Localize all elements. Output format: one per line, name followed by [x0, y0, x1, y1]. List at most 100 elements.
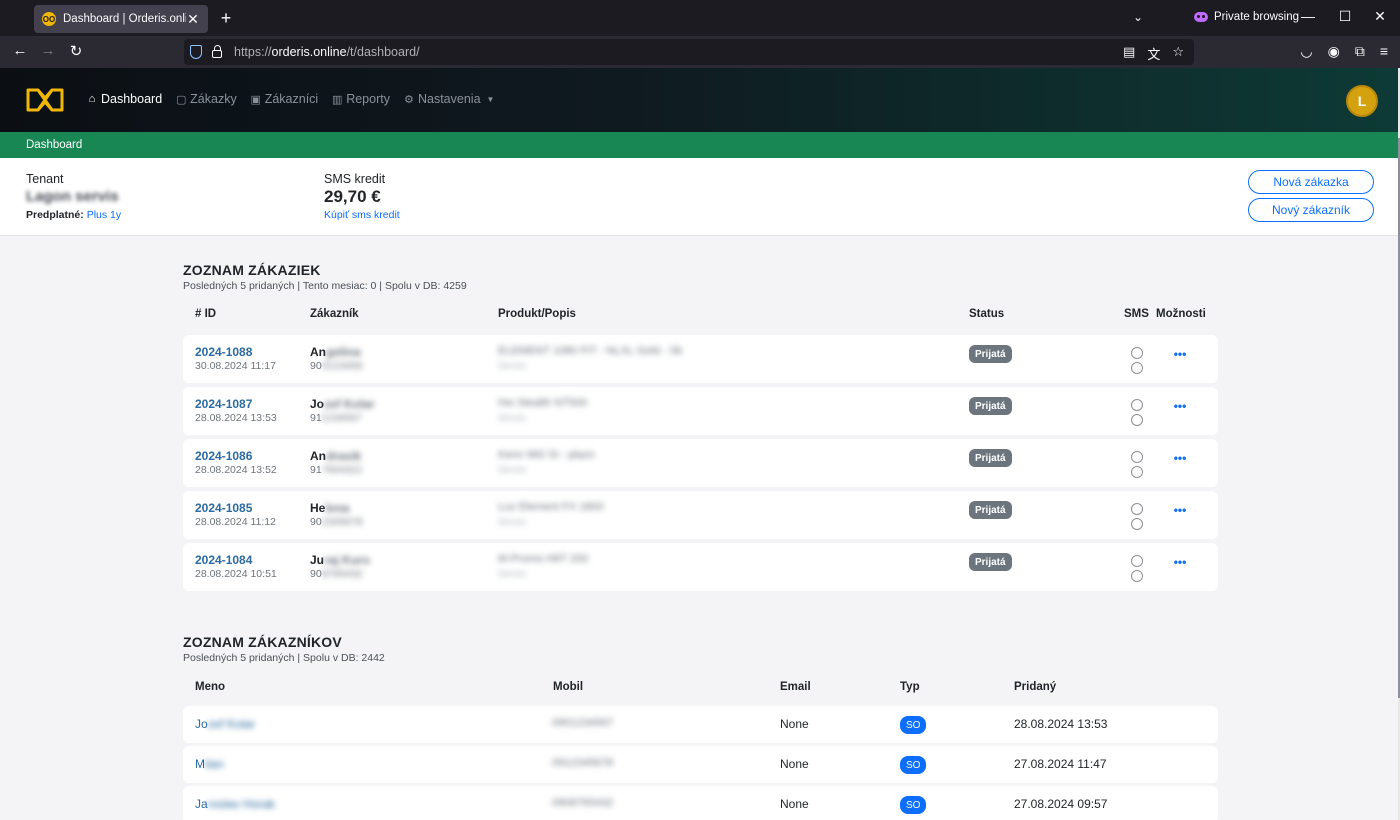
customer-added-date: 27.08.2024 11:47: [1014, 757, 1107, 771]
close-window-icon[interactable]: ✕: [1370, 8, 1390, 25]
order-id-link[interactable]: 2024-1087: [195, 397, 252, 411]
document-icon: ▢: [175, 93, 187, 106]
customer-email: None: [780, 717, 809, 731]
more-options-icon[interactable]: •••: [1170, 501, 1190, 519]
status-badge: Prijatá: [969, 501, 1012, 519]
col-header-added: Pridaný: [1014, 681, 1057, 693]
order-id-link[interactable]: 2024-1088: [195, 345, 252, 359]
order-product: ELEMENT 1080 FIT - NLXL Gold - Sk: [498, 345, 683, 357]
minimize-icon[interactable]: —: [1298, 8, 1318, 24]
order-product: Hw Stealth NT500: [498, 397, 588, 409]
order-customer-name: Juraj Kuro: [310, 553, 371, 567]
status-badge: Prijatá: [969, 449, 1012, 467]
sms-radio[interactable]: [1131, 466, 1143, 478]
customer-row[interactable]: Milan 0912345678 None SO 27.08.2024 11:47: [183, 746, 1218, 783]
close-tab-icon[interactable]: ✕: [186, 11, 200, 28]
home-icon: ⌂: [88, 93, 96, 105]
menu-item-customers[interactable]: ▣ Zákazníci: [250, 92, 319, 106]
menu-item-settings[interactable]: ⚙ Nastavenia ▼: [403, 92, 494, 106]
main-menu: ⌂ Dashboard ▢ Zákazky ▣ Zákazníci ▥ Repo…: [86, 92, 495, 106]
order-product-desc: Servis: [498, 465, 526, 476]
tab-list-chevron-icon[interactable]: ⌄: [1133, 10, 1143, 24]
sms-radio[interactable]: [1131, 347, 1143, 359]
order-customer-phone: 900123456: [310, 360, 363, 372]
sms-radio[interactable]: [1131, 570, 1143, 582]
sms-radio[interactable]: [1131, 503, 1143, 515]
browser-tab[interactable]: OO Dashboard | Orderis.online ✕: [34, 5, 208, 33]
order-product-desc: Servis: [498, 517, 526, 528]
reader-view-icon[interactable]: ▤: [1123, 44, 1135, 63]
customer-name-link[interactable]: Milan: [195, 757, 224, 771]
order-date: 30.08.2024 11:17: [195, 360, 276, 372]
order-row[interactable]: 2024-1087 28.08.2024 13:53 Jozef Kolar 9112…: [183, 387, 1218, 435]
reload-icon[interactable]: ↻: [66, 42, 86, 60]
back-icon[interactable]: ←: [10, 42, 30, 59]
breadcrumb-item[interactable]: Dashboard: [26, 139, 82, 151]
order-id-link[interactable]: 2024-1084: [195, 553, 252, 567]
sms-radio[interactable]: [1131, 518, 1143, 530]
plan-link[interactable]: Plus 1y: [87, 209, 121, 221]
sms-radio[interactable]: [1131, 414, 1143, 426]
customer-mobile: 0908765432: [552, 797, 614, 809]
menu-item-reports[interactable]: ▥ Reporty: [331, 92, 390, 106]
menu-item-dashboard[interactable]: ⌂ Dashboard: [86, 92, 162, 106]
order-id-link[interactable]: 2024-1085: [195, 501, 252, 515]
sms-radio[interactable]: [1131, 451, 1143, 463]
app-header: ⌂ Dashboard ▢ Zákazky ▣ Zákazníci ▥ Repo…: [0, 68, 1398, 132]
col-header-email: Email: [780, 681, 811, 693]
pocket-icon[interactable]: ◡: [1300, 43, 1312, 60]
customer-name-link[interactable]: Jaroslav Horak: [195, 797, 275, 811]
menu-label: Zákazníci: [264, 92, 319, 106]
bookmark-star-icon[interactable]: ☆: [1172, 44, 1184, 63]
favicon-icon: OO: [42, 12, 56, 26]
more-options-icon[interactable]: •••: [1170, 449, 1190, 467]
user-icon: ▣: [250, 93, 261, 106]
maximize-icon[interactable]: ☐: [1335, 8, 1355, 25]
order-row[interactable]: 2024-1085 28.08.2024 11:12 Helena 902345678…: [183, 491, 1218, 539]
new-order-button[interactable]: Nová zákazka: [1248, 170, 1374, 194]
more-options-icon[interactable]: •••: [1170, 397, 1190, 415]
tenant-info-panel: Tenant Lagon servis Predplatné: Plus 1y …: [0, 158, 1398, 236]
col-header-status: Status: [969, 308, 1005, 320]
customer-added-date: 28.08.2024 13:53: [1014, 717, 1108, 731]
shield-icon[interactable]: [190, 45, 202, 59]
order-id-link[interactable]: 2024-1086: [195, 449, 252, 463]
order-customer-name: Helena: [310, 501, 350, 515]
order-row[interactable]: 2024-1086 28.08.2024 13:52 Andrasik 9176543…: [183, 439, 1218, 487]
sms-radio[interactable]: [1131, 399, 1143, 411]
col-header-customer: Zákazník: [310, 308, 359, 320]
order-row[interactable]: 2024-1088 30.08.2024 11:17 Angelina 9001234…: [183, 335, 1218, 383]
order-row[interactable]: 2024-1084 28.08.2024 10:51 Juraj Kuro 90876…: [183, 543, 1218, 591]
more-options-icon[interactable]: •••: [1170, 553, 1190, 571]
account-icon[interactable]: ◉: [1328, 43, 1340, 60]
customer-row[interactable]: Jozef Kolar 0901234567 None SO 28.08.2024 13…: [183, 706, 1218, 743]
url-text[interactable]: https://orderis.online/t/dashboard/: [234, 45, 420, 59]
customer-mobile: 0901234567: [552, 717, 614, 729]
lock-icon[interactable]: [212, 45, 222, 58]
orderis-logo-icon[interactable]: [26, 88, 64, 112]
buy-sms-link[interactable]: Kúpiť sms kredit: [324, 209, 400, 221]
translate-icon[interactable]: 文: [1147, 44, 1160, 63]
more-options-icon[interactable]: •••: [1170, 345, 1190, 363]
sms-radio[interactable]: [1131, 362, 1143, 374]
menu-label: Dashboard: [101, 92, 163, 106]
url-bar[interactable]: https://orderis.online/t/dashboard/ ▤ 文 …: [184, 39, 1194, 65]
menu-label: Reporty: [346, 92, 390, 106]
customer-row[interactable]: Jaroslav Horak 0908765432 None SO 27.08.2024…: [183, 786, 1218, 820]
col-header-mobile: Mobil: [553, 681, 584, 693]
customer-name-link[interactable]: Jozef Kolar: [195, 717, 255, 731]
status-badge: Prijatá: [969, 397, 1012, 415]
order-date: 28.08.2024 11:12: [195, 516, 276, 528]
extensions-icon[interactable]: ⧉: [1355, 43, 1365, 60]
menu-item-orders[interactable]: ▢ Zákazky: [175, 92, 237, 106]
tenant-name: Lagon servis: [26, 188, 119, 205]
avatar[interactable]: L: [1346, 85, 1378, 117]
customer-type-badge: SO: [900, 796, 927, 814]
menu-hamburger-icon[interactable]: ≡: [1380, 43, 1388, 60]
new-customer-button[interactable]: Nový zákazník: [1248, 198, 1374, 222]
menu-label: Nastavenia: [417, 92, 481, 106]
order-product: Luz Element FX 1800: [498, 501, 604, 513]
forward-icon[interactable]: →: [38, 42, 58, 59]
sms-radio[interactable]: [1131, 555, 1143, 567]
new-tab-icon[interactable]: +: [216, 8, 236, 28]
